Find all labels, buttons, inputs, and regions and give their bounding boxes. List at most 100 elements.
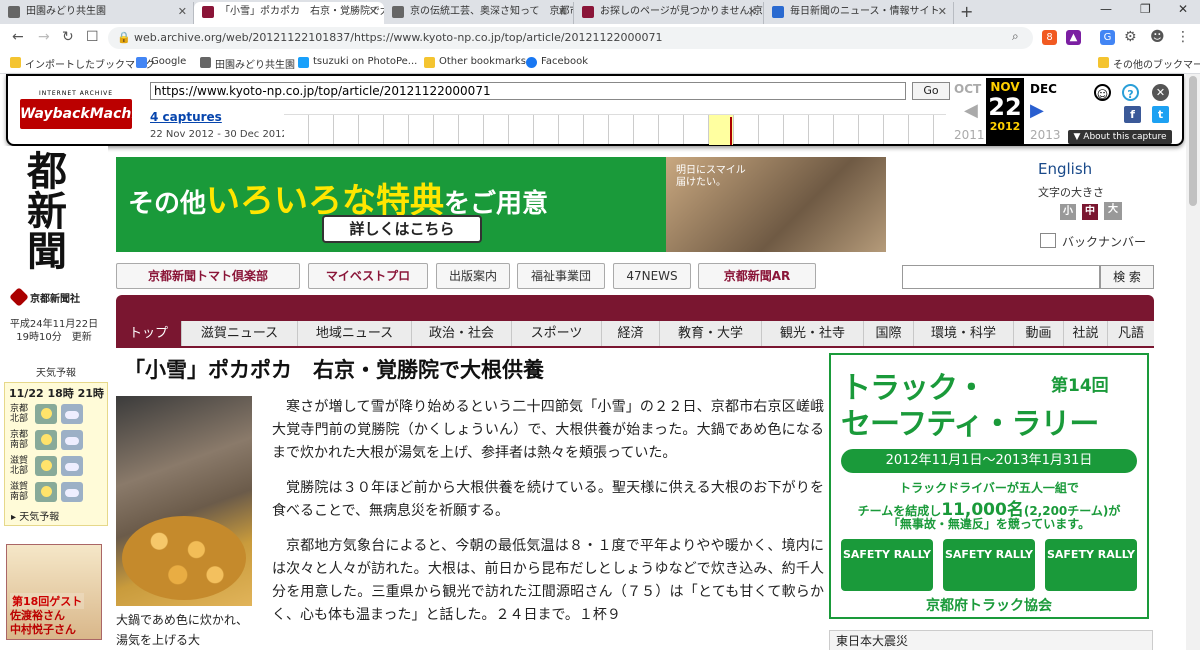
top-banner-ad[interactable]: その他いろいろな特典をご用意 詳しくはこちら 明日にスマイル 届けたい。 bbox=[116, 157, 886, 252]
extension-icon[interactable]: ⚙ bbox=[1124, 29, 1137, 45]
close-icon[interactable]: ✕ bbox=[369, 2, 378, 22]
region-line: 滋賀 bbox=[9, 456, 28, 466]
sidebar-section-title[interactable]: 東日本大震災 bbox=[829, 630, 1153, 650]
bookmark-denen[interactable]: 田園みどり共生園 bbox=[200, 56, 295, 71]
nav-video[interactable]: 動画 bbox=[1014, 321, 1064, 346]
moon-icon bbox=[35, 430, 57, 450]
site-logo[interactable]: 都新聞 bbox=[20, 150, 67, 270]
bookmark-photopea[interactable]: tsuzuki on PhotoPe... bbox=[298, 56, 417, 68]
bookmark-other[interactable]: Other bookmarks bbox=[424, 56, 526, 68]
moon-icon bbox=[35, 456, 57, 476]
rewards-icon[interactable]: ▲ bbox=[1066, 30, 1081, 45]
bookmark-icon[interactable]: ☐ bbox=[86, 29, 99, 45]
site-search-input[interactable] bbox=[902, 265, 1100, 289]
nav-bongo[interactable]: 凡語 bbox=[1108, 321, 1154, 346]
wayback-logo[interactable]: INTERNET ARCHIVE WaybackMachine bbox=[20, 90, 156, 134]
about-capture-button[interactable]: ▼ About this capture bbox=[1068, 130, 1172, 144]
menu-icon[interactable]: ⋮ bbox=[1176, 29, 1190, 45]
nav-education[interactable]: 教育・大学 bbox=[660, 321, 762, 346]
minimize-icon[interactable]: — bbox=[1100, 2, 1112, 16]
nav-economy[interactable]: 経済 bbox=[602, 321, 660, 346]
nav-international[interactable]: 国際 bbox=[864, 321, 914, 346]
translate-icon[interactable]: G bbox=[1100, 30, 1115, 45]
next-arrow-icon[interactable]: ▶ bbox=[1030, 100, 1044, 121]
address-bar[interactable]: 🔒 web.archive.org/web/20121122101837/htt… bbox=[108, 27, 1033, 49]
close-icon[interactable]: ✕ bbox=[748, 2, 757, 22]
weather-row: 滋賀 南部 bbox=[7, 479, 105, 505]
page-scrollbar[interactable] bbox=[1186, 74, 1200, 650]
service-publishing[interactable]: 出版案内 bbox=[436, 263, 510, 289]
bookmark-google[interactable]: Google bbox=[136, 56, 186, 68]
prev-arrow-icon[interactable]: ◀ bbox=[964, 100, 978, 121]
font-small-button[interactable]: 小 bbox=[1060, 204, 1076, 220]
nav-politics[interactable]: 政治・社会 bbox=[412, 321, 512, 346]
service-mybestpro[interactable]: マイベストプロ bbox=[308, 263, 428, 289]
truck-icon: SAFETY RALLY bbox=[841, 539, 933, 591]
nav-environment[interactable]: 環境・科学 bbox=[914, 321, 1014, 346]
brave-shield-icon[interactable]: 8 bbox=[1042, 30, 1057, 45]
bookmark-facebook[interactable]: Facebook bbox=[526, 56, 588, 68]
facebook-share-icon[interactable]: f bbox=[1124, 106, 1141, 123]
zoom-icon[interactable]: ⌕ bbox=[1012, 29, 1019, 44]
service-welfare[interactable]: 福祉事業団 bbox=[517, 263, 605, 289]
prev-month[interactable]: OCT bbox=[954, 82, 981, 96]
twitter-share-icon[interactable]: t bbox=[1152, 106, 1169, 123]
captures-link[interactable]: 4 captures bbox=[150, 110, 222, 124]
go-button[interactable]: Go bbox=[912, 82, 950, 100]
nav-tourism[interactable]: 観光・社寺 bbox=[762, 321, 864, 346]
wayback-url-input[interactable]: https://www.kyoto-np.co.jp/top/article/2… bbox=[150, 82, 906, 100]
service-47news[interactable]: 47NEWS bbox=[613, 263, 691, 289]
browser-tab-1[interactable]: 田園みどり共生園 ✕ bbox=[0, 2, 194, 24]
nav-shiga[interactable]: 滋賀ニュース bbox=[182, 321, 298, 346]
weather-header: 11/22 18時 21時 bbox=[9, 387, 104, 400]
service-ar[interactable]: 京都新聞AR bbox=[698, 263, 816, 289]
browser-tab-3[interactable]: 京の伝統工芸、奥深さ知って 京都市 ✕ bbox=[384, 2, 574, 24]
bookmark-imported[interactable]: インポートしたブックマーク bbox=[10, 56, 155, 71]
next-month[interactable]: DEC bbox=[1030, 82, 1057, 96]
forward-icon[interactable]: → bbox=[38, 29, 50, 45]
font-mid-button[interactable]: 中 bbox=[1082, 204, 1098, 220]
weather-row: 京都 北部 bbox=[7, 401, 105, 427]
back-icon[interactable]: ← bbox=[12, 29, 24, 45]
backnumber-link[interactable]: バックナンバー bbox=[1040, 233, 1146, 250]
close-window-icon[interactable]: ✕ bbox=[1178, 2, 1188, 16]
nav-editorial[interactable]: 社説 bbox=[1064, 321, 1108, 346]
help-icon[interactable]: ? bbox=[1122, 84, 1139, 101]
scrollbar-thumb[interactable] bbox=[1189, 76, 1197, 206]
reload-icon[interactable]: ↻ bbox=[62, 29, 74, 45]
service-tomato-club[interactable]: 京都新聞トマト倶楽部 bbox=[116, 263, 300, 289]
browser-tab-4[interactable]: お探しのページが見つかりません|京都新聞 ✕ bbox=[574, 2, 764, 24]
capture-range: 22 Nov 2012 - 30 Dec 2012 bbox=[150, 129, 288, 140]
close-icon[interactable]: ✕ bbox=[178, 2, 187, 22]
account-icon[interactable]: ☺ bbox=[1094, 84, 1111, 101]
mainichi-icon bbox=[772, 6, 784, 18]
close-wayback-icon[interactable]: ✕ bbox=[1152, 84, 1169, 101]
ad-edition: 第14回 bbox=[1051, 376, 1109, 396]
browser-tab-2[interactable]: 「小雪」ポカポカ 右京・覚勝院で大根 ✕ bbox=[194, 2, 384, 24]
truck-safety-rally-ad[interactable]: トラック・ 第14回 セーフティ・ラリー 2012年11月1日〜2013年1月3… bbox=[829, 353, 1149, 619]
region-line: 北部 bbox=[9, 414, 28, 424]
weather-link[interactable]: ▸ 天気予報 bbox=[7, 508, 105, 523]
ad-title-2: セーフティ・ラリー bbox=[841, 407, 1099, 442]
company-logo[interactable]: 京都新聞社 bbox=[9, 287, 80, 307]
maximize-icon[interactable]: ❐ bbox=[1140, 2, 1151, 16]
close-icon[interactable]: ✕ bbox=[938, 2, 947, 22]
article-headline: 「小雪」ポカポカ 右京・覚勝院で大根供養 bbox=[124, 358, 544, 382]
nav-local[interactable]: 地域ニュース bbox=[298, 321, 412, 346]
close-icon[interactable]: ✕ bbox=[558, 2, 567, 22]
profile-icon[interactable]: ☻ bbox=[1150, 29, 1165, 45]
article-photo[interactable] bbox=[116, 396, 252, 606]
weather-widget: 天気予報 11/22 18時 21時 京都 北部 京都 南部 滋賀 北部 滋賀 南部 ▸… bbox=[4, 364, 108, 526]
font-large-button[interactable]: 大 bbox=[1104, 202, 1122, 220]
banner-details-button[interactable]: 詳しくはこちら bbox=[322, 215, 482, 243]
nav-sports[interactable]: スポーツ bbox=[512, 321, 602, 346]
capture-sparkline[interactable] bbox=[284, 114, 946, 145]
new-tab-button[interactable]: + bbox=[960, 2, 973, 21]
nav-top[interactable]: トップ bbox=[116, 321, 182, 346]
guest-banner[interactable]: 第18回ゲスト 佐渡裕さん 中村悦子さん bbox=[6, 544, 102, 640]
bookmark-other-jp[interactable]: その他のブックマーク bbox=[1098, 56, 1200, 71]
english-link[interactable]: English bbox=[1038, 160, 1092, 178]
bookmarks-bar: インポートしたブックマーク Google 田園みどり共生園 tsuzuki on… bbox=[0, 52, 1200, 74]
browser-tab-5[interactable]: 毎日新聞のニュース・情報サイト ✕ bbox=[764, 2, 954, 24]
search-button[interactable]: 検 索 bbox=[1100, 265, 1154, 289]
